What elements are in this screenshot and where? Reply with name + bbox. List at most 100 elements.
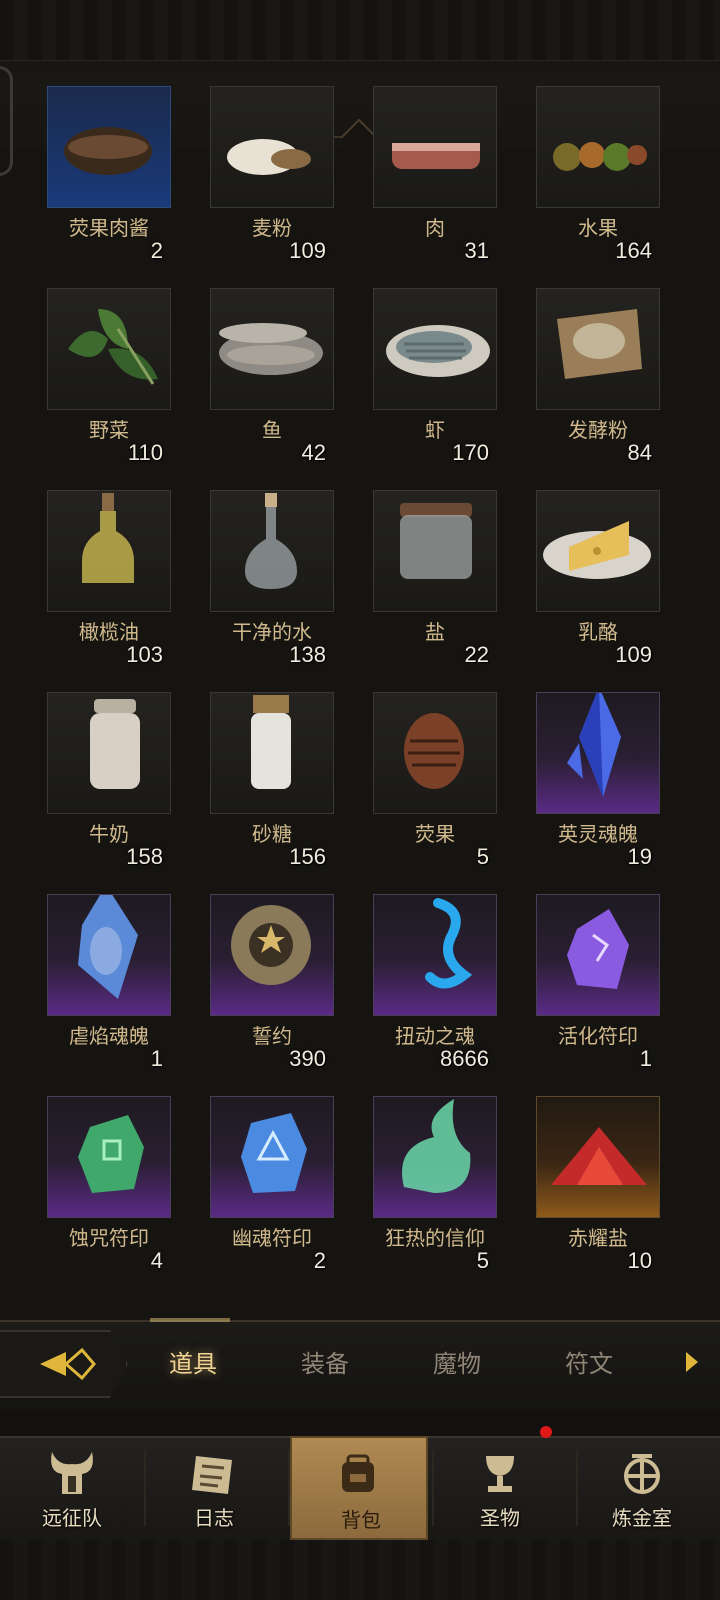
tab-equipment[interactable]: 装备 xyxy=(270,1344,380,1379)
item-count: 170 xyxy=(452,440,489,465)
nav-expedition[interactable]: 远征队 xyxy=(6,1436,138,1540)
item-slot[interactable]: 170 虾 xyxy=(373,288,497,468)
item-tile xyxy=(373,490,497,612)
cheese-icon xyxy=(543,521,651,579)
nav-label: 炼金室 xyxy=(612,1506,672,1530)
item-slot[interactable]: 5 狂热的信仰 xyxy=(373,1096,497,1276)
item-tile xyxy=(47,692,171,814)
item-slot[interactable]: 390 誓约 xyxy=(210,894,334,1074)
item-name: 干净的水 xyxy=(232,620,312,644)
backpack-icon xyxy=(342,1454,374,1492)
nav-relics[interactable]: 圣物 xyxy=(434,1426,566,1540)
leafy-greens-icon xyxy=(68,309,158,385)
item-tile xyxy=(536,692,660,814)
item-tile xyxy=(210,288,334,410)
item-count: 42 xyxy=(301,440,326,465)
item-slot[interactable]: 31 肉 xyxy=(373,86,497,266)
item-count: 5 xyxy=(476,844,489,869)
item-name: 荧果肉酱 xyxy=(69,216,149,240)
item-slot[interactable]: 19 英灵魂魄 xyxy=(536,692,660,872)
item-count: 1 xyxy=(150,1046,163,1071)
ghost-rune-icon xyxy=(241,1113,307,1193)
item-slot[interactable]: 109 乳酪 xyxy=(536,490,660,670)
item-tile xyxy=(210,86,334,208)
item-tile xyxy=(536,1096,660,1218)
item-count: 2 xyxy=(150,238,163,263)
item-slot[interactable]: 42 鱼 xyxy=(210,288,334,468)
item-count: 156 xyxy=(289,844,326,869)
item-count: 138 xyxy=(289,642,326,667)
item-count: 1 xyxy=(639,1046,652,1071)
item-slot[interactable]: 156 砂糖 xyxy=(210,692,334,872)
item-name: 砂糖 xyxy=(252,822,292,846)
next-tab-arrow-icon[interactable] xyxy=(686,1352,698,1372)
scroll-icon xyxy=(192,1456,232,1494)
item-slot[interactable]: 158 牛奶 xyxy=(47,692,171,872)
chalice-icon xyxy=(486,1456,514,1492)
item-slot[interactable]: 84 发酵粉 xyxy=(536,288,660,468)
item-tile xyxy=(536,490,660,612)
back-arrow-icon xyxy=(40,1347,96,1381)
fervent-faith-icon xyxy=(402,1099,471,1193)
item-name: 乳酪 xyxy=(578,620,618,644)
item-tile xyxy=(210,490,334,612)
olive-oil-icon xyxy=(82,493,134,583)
item-name: 英灵魂魄 xyxy=(558,822,638,846)
bottom-navigation: 远征队 日志 背包 圣物 炼金室 xyxy=(0,1410,720,1600)
item-slot[interactable]: 2 幽魂符印 xyxy=(210,1096,334,1276)
item-slot[interactable]: 110 野菜 xyxy=(47,288,171,468)
item-slot[interactable]: 5 荧果 xyxy=(373,692,497,872)
item-name: 誓约 xyxy=(252,1024,292,1048)
nav-alchemy[interactable]: 炼金室 xyxy=(576,1436,708,1540)
item-slot[interactable]: 10 赤耀盐 xyxy=(536,1096,660,1276)
item-tile xyxy=(47,894,171,1016)
item-count: 109 xyxy=(289,238,326,263)
item-slot[interactable]: 2 荧果肉酱 xyxy=(47,86,171,266)
item-slot[interactable]: 164 水果 xyxy=(536,86,660,266)
item-count: 103 xyxy=(126,642,163,667)
item-tile xyxy=(47,1096,171,1218)
item-name: 盐 xyxy=(425,620,445,644)
item-tile xyxy=(536,894,660,1016)
sugar-jar-icon xyxy=(251,695,291,789)
nav-journal[interactable]: 日志 xyxy=(148,1436,280,1540)
tab-items[interactable]: 道具 xyxy=(138,1344,248,1379)
tab-monsters[interactable]: 魔物 xyxy=(402,1344,512,1379)
oath-medallion-icon xyxy=(231,905,311,985)
nav-backpack[interactable]: 背包 xyxy=(290,1436,428,1540)
item-tile xyxy=(47,490,171,612)
item-count: 31 xyxy=(464,238,489,263)
item-slot[interactable]: 109 麦粉 xyxy=(210,86,334,266)
crimson-salt-icon xyxy=(551,1127,647,1185)
item-name: 活化符印 xyxy=(558,1024,638,1048)
item-tile xyxy=(373,894,497,1016)
item-slot[interactable]: 4 蚀咒符印 xyxy=(47,1096,171,1276)
item-name: 狂热的信仰 xyxy=(385,1226,485,1250)
item-tile xyxy=(536,288,660,410)
item-name: 水果 xyxy=(578,216,618,240)
item-slot[interactable]: 1 虐焰魂魄 xyxy=(47,894,171,1074)
item-count: 158 xyxy=(126,844,163,869)
item-tile xyxy=(210,692,334,814)
item-name: 发酵粉 xyxy=(568,418,628,442)
flame-spirit-icon xyxy=(78,895,138,999)
item-name: 幽魂符印 xyxy=(232,1226,312,1250)
item-name: 虾 xyxy=(425,418,445,442)
item-slot[interactable]: 8666 扭动之魂 xyxy=(373,894,497,1074)
item-slot[interactable]: 138 干净的水 xyxy=(210,490,334,670)
item-slot[interactable]: 1 活化符印 xyxy=(536,894,660,1074)
category-tab-bar: 道具 装备 魔物 符文 xyxy=(0,1318,720,1412)
tab-runes[interactable]: 符文 xyxy=(534,1344,644,1379)
item-slot[interactable]: 22 盐 xyxy=(373,490,497,670)
item-tile xyxy=(210,1096,334,1218)
item-tile xyxy=(373,288,497,410)
item-count: 109 xyxy=(615,642,652,667)
item-slot[interactable]: 103 橄榄油 xyxy=(47,490,171,670)
inventory-grid: 2 荧果肉酱 109 麦粉 31 肉 164 水果 110 野菜 42 鱼 17… xyxy=(0,0,720,1320)
item-name: 野菜 xyxy=(89,418,129,442)
twisting-soul-icon xyxy=(425,898,473,989)
item-name: 扭动之魂 xyxy=(395,1024,475,1048)
item-tile xyxy=(210,894,334,1016)
back-button[interactable] xyxy=(0,1330,128,1398)
shrimp-icon xyxy=(386,325,490,377)
